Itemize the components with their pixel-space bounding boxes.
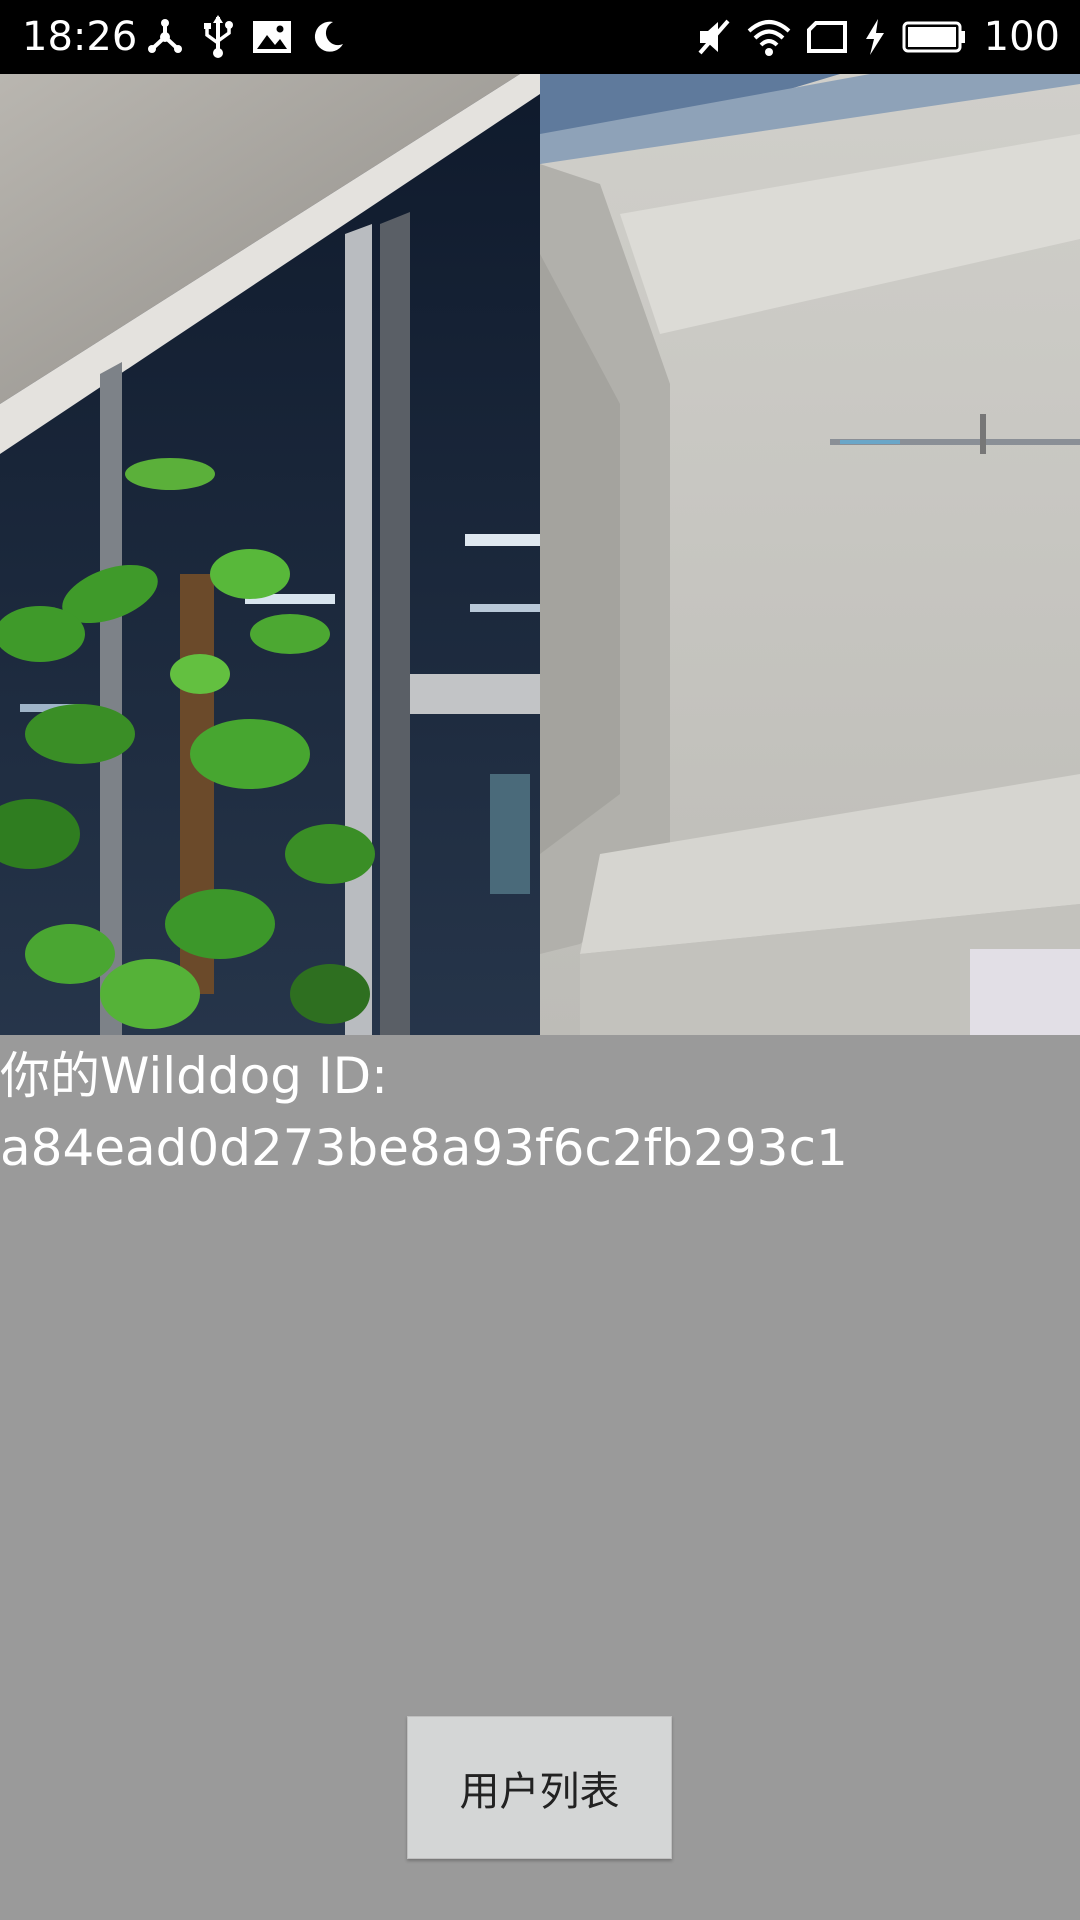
battery-level: 100 xyxy=(983,14,1060,60)
user-list-button[interactable]: 用户列表 xyxy=(407,1716,672,1859)
moon-icon xyxy=(309,18,347,56)
status-right-icons: 100 xyxy=(696,0,1060,74)
mute-icon xyxy=(696,17,732,57)
local-video-frame xyxy=(0,74,540,1035)
wilddog-id-label: 你的Wilddog ID: xyxy=(0,1047,388,1105)
image-icon xyxy=(251,19,293,55)
remote-video-view xyxy=(540,74,1080,1035)
network-share-icon xyxy=(145,17,185,57)
status-left-icons xyxy=(145,0,347,74)
usb-icon xyxy=(201,15,235,59)
battery-icon xyxy=(902,20,966,54)
status-time: 18:26 xyxy=(22,14,138,60)
remote-video-frame xyxy=(540,74,1080,1035)
status-bar: 18:26 100 xyxy=(0,0,1080,74)
local-video-view xyxy=(0,74,540,1035)
screen-icon xyxy=(806,20,848,54)
wilddog-id-value: a84ead0d273be8a93f6c2fb293c1 xyxy=(0,1119,848,1177)
video-area xyxy=(0,74,1080,1035)
wifi-icon xyxy=(746,17,792,57)
charging-icon xyxy=(862,17,888,57)
